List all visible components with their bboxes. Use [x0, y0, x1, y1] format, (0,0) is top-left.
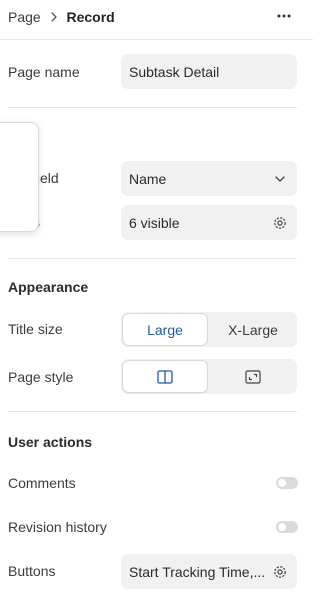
page-name-value: Subtask Detail — [129, 63, 220, 80]
comments-label: Comments — [8, 475, 76, 491]
more-horizontal-icon — [277, 14, 291, 18]
title-field-select[interactable]: Name — [121, 161, 297, 196]
popover-card[interactable] — [0, 122, 39, 232]
fields-visible-value: 6 visible — [129, 214, 180, 231]
panel-header: Page Record — [0, 0, 313, 40]
title-size-option-x-large[interactable]: X-Large — [211, 314, 295, 345]
breadcrumb-parent[interactable]: Page — [8, 9, 41, 25]
buttons-value: Start Tracking Time,... — [129, 563, 266, 580]
split-panel-icon — [157, 369, 173, 384]
title-size-segmented-control: Large X-Large — [121, 312, 297, 347]
title-field-value: Name — [129, 170, 167, 187]
revision-history-toggle[interactable] — [276, 521, 298, 533]
buttons-label: Buttons — [8, 563, 56, 579]
title-size-label: Title size — [8, 321, 63, 337]
page-name-field[interactable]: Subtask Detail — [121, 54, 297, 89]
chevron-right-icon — [50, 12, 57, 22]
revision-history-label: Revision history — [8, 519, 107, 535]
page-style-option-fullscreen[interactable] — [211, 361, 295, 392]
user-actions-section-title: User actions — [8, 434, 93, 450]
gear-icon[interactable] — [272, 564, 288, 580]
buttons-field[interactable]: Start Tracking Time,... — [121, 554, 297, 589]
toggle-knob — [278, 523, 286, 531]
appearance-section-title: Appearance — [8, 279, 89, 295]
gear-icon[interactable] — [272, 215, 288, 231]
chevron-down-icon — [275, 176, 285, 182]
toggle-knob — [278, 479, 286, 487]
page-style-option-split[interactable] — [123, 361, 207, 392]
comments-toggle[interactable] — [276, 477, 298, 489]
more-options-button[interactable] — [270, 4, 298, 28]
page-style-label: Page style — [8, 369, 74, 385]
fields-visible-field[interactable]: 6 visible — [121, 205, 297, 240]
fullscreen-icon — [245, 369, 261, 384]
title-size-option-large[interactable]: Large — [123, 314, 207, 345]
breadcrumb-current: Record — [66, 9, 115, 25]
breadcrumb: Page Record — [8, 9, 115, 25]
divider — [8, 258, 297, 259]
page-style-segmented-control — [121, 359, 297, 394]
divider — [8, 411, 297, 412]
page-name-label: Page name — [8, 64, 80, 80]
divider — [8, 107, 297, 108]
